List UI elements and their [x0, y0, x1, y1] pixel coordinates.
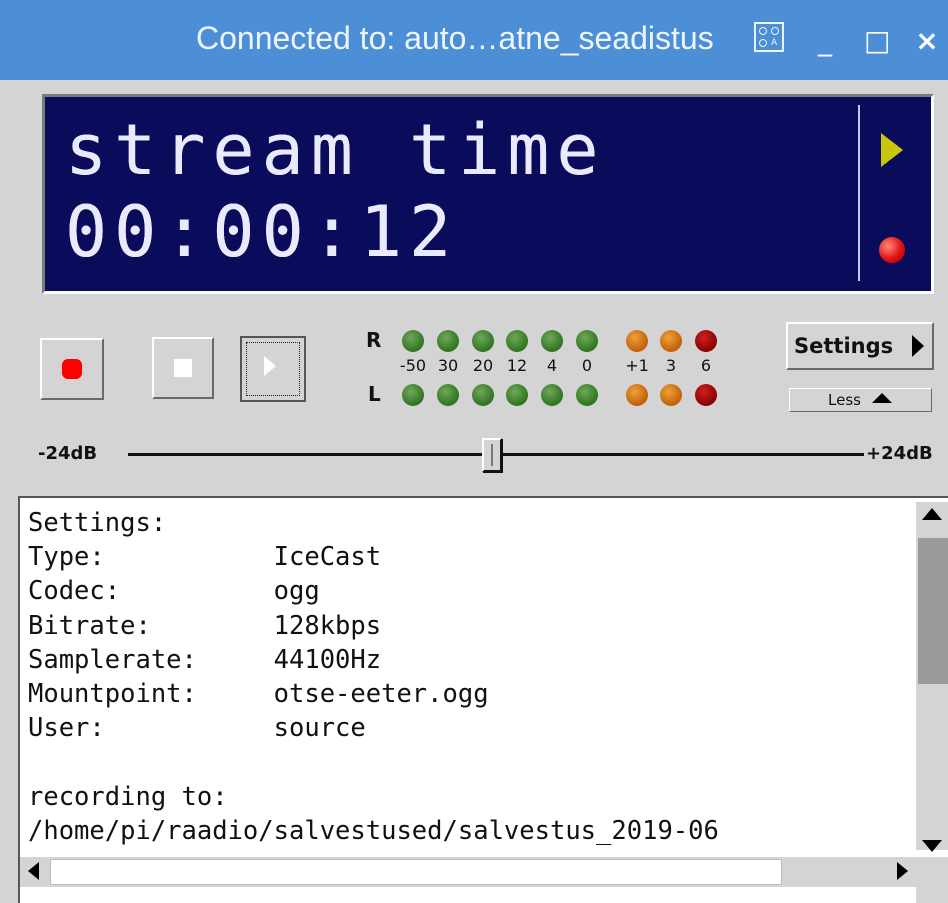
vu-led-right-2	[472, 330, 494, 352]
play-indicator-icon	[881, 133, 903, 167]
record-indicator-icon	[879, 237, 905, 263]
vu-led-left-4	[541, 384, 563, 406]
volume-slider-thumb[interactable]	[482, 438, 502, 472]
vu-scale-label: 6	[700, 356, 712, 375]
display-line-label: stream time	[65, 109, 606, 191]
scroll-up-icon[interactable]	[922, 508, 942, 520]
vu-scale-label: 4	[546, 356, 558, 375]
vu-scale-label: -50	[399, 356, 427, 375]
display-separator	[858, 105, 860, 281]
vu-scale-label: 0	[581, 356, 593, 375]
record-icon	[62, 359, 82, 379]
log-line: Type: IceCast	[28, 542, 382, 573]
chevron-up-icon	[872, 393, 892, 403]
vu-led-right-4	[541, 330, 563, 352]
title-bar[interactable]: Connected to: auto…atne_seadistus A _ □ …	[0, 0, 948, 80]
vu-led-left-5	[576, 384, 598, 406]
vu-led-left-0	[402, 384, 424, 406]
vu-led-left-1	[437, 384, 459, 406]
settings-button[interactable]: Settings	[786, 322, 934, 370]
horizontal-scrollbar[interactable]	[20, 857, 916, 887]
horizontal-scroll-thumb[interactable]	[50, 859, 782, 885]
vu-scale-label: 3	[665, 356, 677, 375]
volume-max-label: +24dB	[866, 443, 933, 464]
less-button-label: Less	[828, 391, 861, 409]
play-icon	[264, 356, 276, 376]
scroll-left-icon[interactable]	[28, 862, 39, 880]
vu-led-right-5	[576, 330, 598, 352]
stop-button[interactable]	[152, 337, 214, 399]
vu-led-right-7	[660, 330, 682, 352]
raspberry-icon: A	[754, 22, 784, 52]
record-button[interactable]	[40, 338, 104, 400]
maximize-button[interactable]: □	[864, 27, 890, 55]
vu-led-left-7	[660, 384, 682, 406]
vu-right-label: R	[366, 328, 382, 352]
vu-led-right-0	[402, 330, 424, 352]
vu-led-right-8	[695, 330, 717, 352]
vu-led-left-8	[695, 384, 717, 406]
vu-led-right-3	[506, 330, 528, 352]
log-line: Settings:	[28, 508, 167, 538]
settings-button-label: Settings	[794, 334, 894, 358]
vu-led-left-6	[626, 384, 648, 406]
scroll-corner	[916, 857, 948, 903]
vu-left-label: L	[368, 382, 381, 406]
log-textarea[interactable]: Settings: Type: IceCast Codec: ogg Bitrate:…	[18, 496, 948, 903]
vertical-scrollbar[interactable]	[916, 502, 948, 852]
scroll-down-icon[interactable]	[922, 840, 942, 852]
vertical-scroll-thumb[interactable]	[918, 538, 948, 684]
vu-led-left-3	[506, 384, 528, 406]
stream-display: stream time 00:00:12	[42, 94, 934, 294]
vu-led-right-6	[626, 330, 648, 352]
chevron-right-icon	[912, 335, 924, 357]
play-button[interactable]	[240, 336, 306, 402]
log-line: recording to:	[28, 781, 228, 812]
log-line: Codec: ogg	[28, 576, 320, 607]
vu-scale-label: 12	[506, 356, 528, 375]
display-line-time: 00:00:12	[65, 191, 459, 273]
minimize-button[interactable]: _	[812, 27, 838, 55]
less-button[interactable]: Less	[789, 388, 932, 412]
stop-icon	[174, 359, 192, 377]
log-line: User: source	[28, 713, 366, 744]
vu-led-left-2	[472, 384, 494, 406]
window-title: Connected to: auto…atne_seadistus	[196, 20, 714, 56]
scroll-right-icon[interactable]	[897, 862, 908, 880]
log-line: Bitrate: 128kbps	[28, 610, 382, 641]
close-button[interactable]: ×	[914, 27, 940, 55]
log-line: Mountpoint: otse-eeter.ogg	[28, 679, 489, 709]
log-line: Samplerate: 44100Hz	[28, 644, 382, 675]
volume-min-label: -24dB	[38, 443, 98, 464]
main-window: Connected to: auto…atne_seadistus A _ □ …	[0, 0, 948, 903]
vu-led-right-1	[437, 330, 459, 352]
log-line: /home/pi/raadio/salvestused/salvestus_20…	[28, 815, 719, 846]
vu-scale-label: 30	[437, 356, 459, 375]
